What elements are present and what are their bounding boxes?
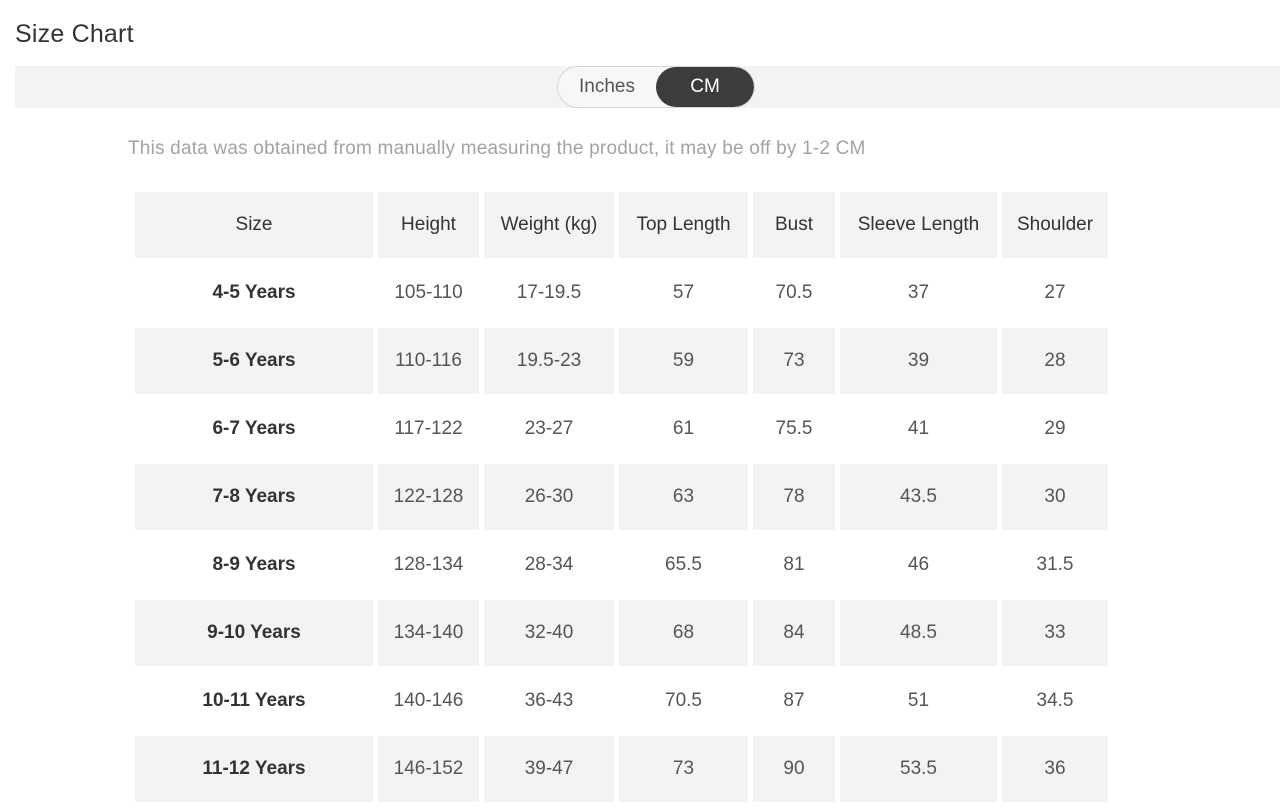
sleeve-length-cell: 41 (907, 418, 930, 439)
size-cell: 4-5 Years (212, 282, 296, 303)
table-row: 8-9 Years 128-134 28-34 65.5 81 46 31.5 (135, 532, 1108, 598)
height-cell: 128-134 (393, 554, 464, 575)
top-length-cell: 65.5 (665, 554, 702, 575)
weight-cell: 23-27 (524, 418, 574, 439)
weight-cell: 36-43 (524, 690, 574, 711)
weight-cell: 19.5-23 (484, 328, 614, 394)
table-row: 11-12 Years 146-152 39-47 73 90 53.5 36 (135, 736, 1108, 802)
shoulder-cell: 27 (1044, 282, 1066, 303)
size-cell: 6-7 Years (212, 418, 296, 439)
shoulder-cell: 29 (1044, 418, 1066, 439)
table-header-row: Size Height Weight (kg) Top Length Bust … (135, 192, 1108, 258)
top-length-cell: 61 (672, 418, 695, 439)
size-table: Size Height Weight (kg) Top Length Bust … (130, 190, 1113, 804)
weight-cell: 17-19.5 (516, 282, 582, 303)
sleeve-length-cell: 43.5 (840, 464, 997, 530)
height-cell: 117-122 (394, 418, 463, 439)
shoulder-cell: 30 (1002, 464, 1108, 530)
size-cell: 11-12 Years (135, 736, 373, 802)
table-row: 4-5 Years 105-110 17-19.5 57 70.5 37 27 (135, 260, 1108, 326)
shoulder-cell: 31.5 (1036, 554, 1074, 575)
table-row: 7-8 Years 122-128 26-30 63 78 43.5 30 (135, 464, 1108, 530)
shoulder-cell: 36 (1002, 736, 1108, 802)
table-row: 5-6 Years 110-116 19.5-23 59 73 39 28 (135, 328, 1108, 394)
column-header-bust: Bust (753, 192, 835, 258)
column-header-sleeve-length: Sleeve Length (840, 192, 997, 258)
size-cell: 5-6 Years (135, 328, 373, 394)
unit-option-inches[interactable]: Inches (558, 67, 656, 107)
height-cell: 110-116 (378, 328, 479, 394)
bust-cell: 78 (753, 464, 835, 530)
shoulder-cell: 34.5 (1036, 690, 1074, 711)
bust-cell: 81 (783, 554, 805, 575)
top-length-cell: 59 (619, 328, 748, 394)
weight-cell: 39-47 (484, 736, 614, 802)
sleeve-length-cell: 39 (840, 328, 997, 394)
height-cell: 146-152 (378, 736, 479, 802)
column-header-shoulder: Shoulder (1002, 192, 1108, 258)
bust-cell: 75.5 (775, 418, 813, 439)
weight-cell: 32-40 (484, 600, 614, 666)
unit-toggle[interactable]: Inches CM (557, 66, 755, 108)
size-cell: 7-8 Years (135, 464, 373, 530)
size-cell: 9-10 Years (135, 600, 373, 666)
bust-cell: 73 (753, 328, 835, 394)
column-header-size: Size (135, 192, 373, 258)
top-length-cell: 70.5 (665, 690, 702, 711)
size-cell: 10-11 Years (202, 690, 306, 711)
sleeve-length-cell: 51 (907, 690, 930, 711)
column-header-height: Height (378, 192, 479, 258)
top-length-cell: 57 (672, 282, 695, 303)
size-chart-page: Size Chart Inches CM This data was obtai… (0, 0, 1280, 809)
height-cell: 105-110 (394, 282, 463, 303)
sleeve-length-cell: 37 (907, 282, 930, 303)
weight-cell: 26-30 (484, 464, 614, 530)
measurement-note: This data was obtained from manually mea… (128, 138, 866, 159)
sleeve-length-cell: 48.5 (840, 600, 997, 666)
unit-option-cm[interactable]: CM (656, 67, 754, 107)
height-cell: 122-128 (378, 464, 479, 530)
height-cell: 134-140 (378, 600, 479, 666)
table-row: 6-7 Years 117-122 23-27 61 75.5 41 29 (135, 396, 1108, 462)
bust-cell: 90 (753, 736, 835, 802)
column-header-weight: Weight (kg) (484, 192, 614, 258)
page-title: Size Chart (15, 20, 134, 48)
shoulder-cell: 33 (1002, 600, 1108, 666)
bust-cell: 70.5 (775, 282, 813, 303)
sleeve-length-cell: 53.5 (840, 736, 997, 802)
table-row: 10-11 Years 140-146 36-43 70.5 87 51 34.… (135, 668, 1108, 734)
top-length-cell: 73 (619, 736, 748, 802)
sleeve-length-cell: 46 (907, 554, 930, 575)
height-cell: 140-146 (393, 690, 464, 711)
size-cell: 8-9 Years (212, 554, 296, 575)
bust-cell: 87 (783, 690, 805, 711)
table-row: 9-10 Years 134-140 32-40 68 84 48.5 33 (135, 600, 1108, 666)
top-length-cell: 63 (619, 464, 748, 530)
bust-cell: 84 (753, 600, 835, 666)
shoulder-cell: 28 (1002, 328, 1108, 394)
weight-cell: 28-34 (524, 554, 574, 575)
top-length-cell: 68 (619, 600, 748, 666)
unit-toggle-bar: Inches CM (15, 66, 1280, 108)
column-header-top-length: Top Length (619, 192, 748, 258)
